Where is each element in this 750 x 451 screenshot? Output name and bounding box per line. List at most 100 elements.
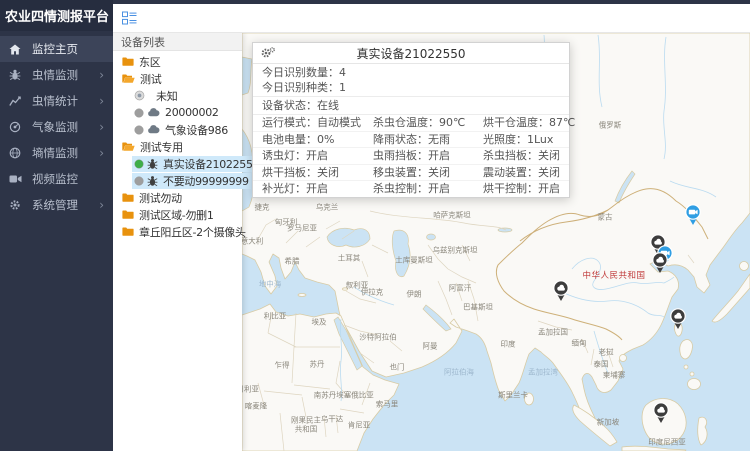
tree-item[interactable]: 测试区域-勿删1 [113,206,242,223]
folder-closed-icon [122,209,134,220]
map-canvas[interactable]: 俄罗斯蒙古中华人民共和国哈萨克斯坦乌克兰捷克匈牙利罗马尼亚意大利希腊土耳其地中海… [242,33,750,451]
map-marker-device[interactable] [651,252,669,274]
popup-metric: 烘干挡板：关闭 [253,165,364,181]
popup-device-status: 设备状态：在线 [253,98,569,113]
insect-device-icon [147,175,158,187]
popup-metric: 震动装置：关闭 [474,165,569,181]
popup-header: 真实设备21022550 [253,43,569,64]
popup-metric: 诱虫灯：开启 [253,148,364,164]
weather-icon [9,121,23,133]
popup-metric: 降雨状态：无雨 [364,132,474,148]
status-dot-gray [134,108,144,118]
popup-metric: 烘干仓温度：87℃ [474,115,575,131]
chevron-right-icon: › [99,199,104,211]
island-hokkaido [740,262,749,271]
lake-balkhash [498,228,512,232]
bug-icon [9,69,23,81]
gears-icon[interactable] [260,46,276,60]
weather-device-icon [147,125,160,134]
popup-grid-row: 烘干挡板：关闭移虫装置：关闭震动装置：关闭 [253,165,569,182]
tree-item[interactable]: 测试 [113,70,242,87]
map-marker-device[interactable] [652,402,670,424]
device-info-popup: 真实设备21022550 今日识别数量：4今日识别种类：1 设备状态：在线 运行… [252,42,570,198]
org-list-icon[interactable] [122,11,137,25]
folder-closed-icon [122,56,134,67]
popup-grid: 运行模式：自动模式杀虫仓温度：90℃烘干仓温度：87℃电池电量：0%降雨状态：无… [253,115,569,197]
island-cyprus [343,288,348,290]
popup-metric: 杀虫控制：开启 [364,181,474,197]
popup-grid-row: 诱虫灯：开启虫雨挡板：开启杀虫挡板：关闭 [253,148,569,165]
tree-item[interactable]: 不要动99999999 [113,172,242,189]
folder-closed-icon [122,226,134,237]
map-marker-camera[interactable] [684,204,702,226]
device-list-panel: 设备列表 东区测试未知20000002气象设备986测试专用真实设备210225… [113,33,242,451]
app-window: 农业四情测报平台 监控主页虫情监测›虫情统计›气象监测›墒情监测›视频监控系统管… [0,0,750,451]
popup-metric: 杀虫挡板：关闭 [474,148,569,164]
chevron-right-icon: › [99,121,104,133]
island-hainan [620,355,627,362]
chevron-right-icon: › [99,95,104,107]
tree-item[interactable]: 未知 [113,87,242,104]
popup-metric: 杀虫仓温度：90℃ [364,115,474,131]
popup-today-section: 今日识别数量：4今日识别种类：1 [253,64,569,97]
insect-device-icon [147,158,158,170]
folder-closed-icon [122,192,134,203]
popup-stat: 今日识别数量：4 [253,65,569,80]
tree-item[interactable]: 气象设备986 [113,121,242,138]
sidebar-item-home[interactable]: 监控主页 [0,36,113,62]
sea-black [327,228,370,247]
popup-stat: 今日识别种类：1 [253,80,569,95]
toolbar [113,4,750,33]
sidebar-item-moisture[interactable]: 墒情监测› [0,140,113,166]
popup-metric: 电池电量：0% [253,132,364,148]
folder-open-icon [122,73,135,84]
popup-metric: 运行模式：自动模式 [253,115,364,131]
sidebar-item-system[interactable]: 系统管理› [0,192,113,218]
island-sulawesi [698,417,707,445]
app-title: 农业四情测报平台 [0,0,113,31]
tree-item[interactable]: 章丘阳丘区-2个摄像头 [113,223,242,240]
chevron-right-icon: › [99,69,104,81]
video-icon [9,173,23,185]
map-marker-device[interactable] [669,308,687,330]
popup-status-section: 设备状态：在线 [253,97,569,115]
island-mindanao [688,379,701,390]
popup-grid-row: 补光灯：开启杀虫控制：开启烘干控制：开启 [253,181,569,197]
island-crete [298,294,306,297]
sidebar-item-insect-stats[interactable]: 虫情统计› [0,88,113,114]
island-srilanka [525,393,534,405]
popup-metric: 光照度：1Lux [474,132,569,148]
popup-metric: 补光灯：开启 [253,181,364,197]
popup-title: 真实设备21022550 [253,45,569,62]
sea-aral [427,234,436,240]
globe-icon [9,147,23,159]
chart-icon [9,95,23,107]
map-marker-device[interactable] [552,280,570,302]
sidebar-item-video[interactable]: 视频监控 [0,166,113,192]
tree-item[interactable]: 测试勿动 [113,189,242,206]
popup-grid-row: 运行模式：自动模式杀虫仓温度：90℃烘干仓温度：87℃ [253,115,569,132]
sidebar-item-insect[interactable]: 虫情监测› [0,62,113,88]
content-area: 设备列表 东区测试未知20000002气象设备986测试专用真实设备210225… [113,33,750,451]
chevron-right-icon: › [99,147,104,159]
status-dot-green [134,159,144,169]
popup-metric: 虫雨挡板：开启 [364,148,474,164]
tree-item[interactable]: 测试专用 [113,138,242,155]
device-list-title: 设备列表 [113,33,242,51]
popup-metric: 烘干控制：开启 [474,181,569,197]
tree-item[interactable]: 20000002 [113,104,242,121]
sidebar-menu: 监控主页虫情监测›虫情统计›气象监测›墒情监测›视频监控系统管理› [0,36,113,218]
device-tree: 东区测试未知20000002气象设备986测试专用真实设备21022550不要动… [113,51,242,240]
unknown-device-icon [134,90,145,101]
status-dot-gray [134,176,144,186]
tree-item[interactable]: 东区 [113,53,242,70]
status-dot-gray [134,125,144,135]
gear-icon [9,199,23,211]
sidebar-item-weather[interactable]: 气象监测› [0,114,113,140]
sidebar: 农业四情测报平台 监控主页虫情监测›虫情统计›气象监测›墒情监测›视频监控系统管… [0,0,113,451]
main-area: 设备列表 东区测试未知20000002气象设备986测试专用真实设备210225… [113,0,750,451]
home-icon [9,43,23,55]
weather-device-icon [147,108,160,117]
tree-item[interactable]: 真实设备21022550 [113,155,242,172]
popup-metric: 移虫装置：关闭 [364,165,474,181]
